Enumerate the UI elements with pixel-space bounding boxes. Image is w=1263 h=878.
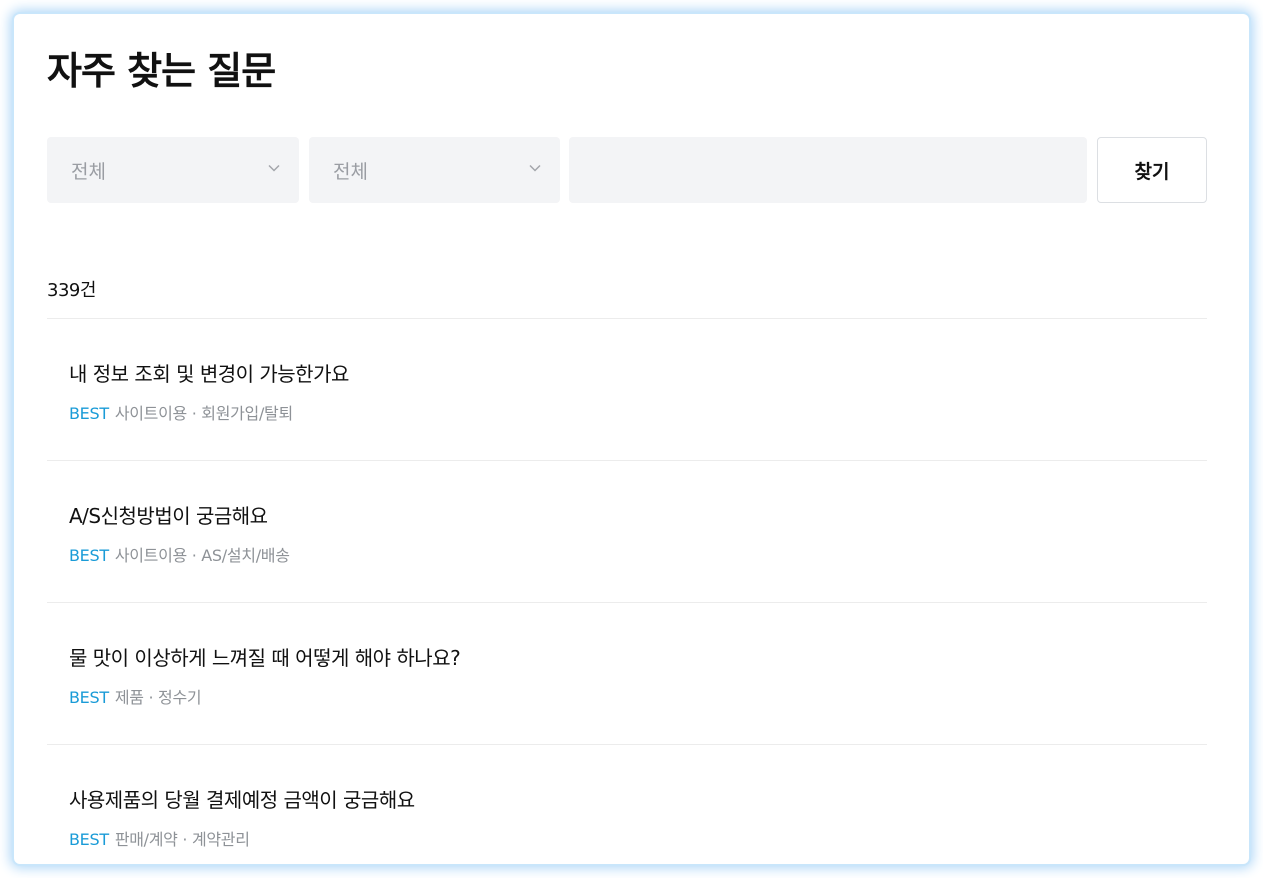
faq-question: 물 맛이 이상하게 느껴질 때 어떻게 해야 하나요? <box>69 646 461 670</box>
result-count: 339건 <box>47 280 96 301</box>
faq-meta: BEST 판매/계약 · 계약관리 <box>69 826 250 850</box>
faq-category: 사이트이용 · AS/설치/배송 <box>114 546 290 565</box>
best-badge: BEST <box>69 546 109 565</box>
faq-meta: BEST 사이트이용 · 회원가입/탈퇴 <box>69 400 293 424</box>
chevron-down-icon <box>268 164 280 172</box>
best-badge: BEST <box>69 830 109 849</box>
best-badge: BEST <box>69 688 109 707</box>
faq-question: 사용제품의 당월 결제예정 금액이 궁금해요 <box>69 788 415 812</box>
category-select-2-value: 전체 <box>333 161 368 183</box>
search-input[interactable] <box>569 137 1087 203</box>
chevron-down-icon <box>529 164 541 172</box>
faq-question: A/S신청방법이 궁금해요 <box>69 504 268 528</box>
page-title: 자주 찾는 질문 <box>47 49 276 93</box>
filter-row: 전체 전체 찾기 <box>47 137 1207 203</box>
search-button[interactable]: 찾기 <box>1097 137 1207 203</box>
faq-item[interactable]: 물 맛이 이상하게 느껴질 때 어떻게 해야 하나요? BEST 제품 · 정수기 <box>47 603 1207 745</box>
faq-meta: BEST 사이트이용 · AS/설치/배송 <box>69 542 290 566</box>
category-select-1-value: 전체 <box>71 161 106 183</box>
faq-category: 제품 · 정수기 <box>114 688 202 707</box>
faq-list: 내 정보 조회 및 변경이 가능한가요 BEST 사이트이용 · 회원가입/탈퇴 … <box>47 318 1207 864</box>
category-select-1[interactable]: 전체 <box>47 137 299 203</box>
faq-item[interactable]: 내 정보 조회 및 변경이 가능한가요 BEST 사이트이용 · 회원가입/탈퇴 <box>47 319 1207 461</box>
category-select-2[interactable]: 전체 <box>309 137 560 203</box>
faq-meta: BEST 제품 · 정수기 <box>69 684 202 708</box>
faq-panel: 자주 찾는 질문 전체 전체 찾기 339건 내 정보 조회 및 변경이 가능한… <box>14 14 1249 864</box>
faq-item[interactable]: 사용제품의 당월 결제예정 금액이 궁금해요 BEST 판매/계약 · 계약관리 <box>47 745 1207 864</box>
faq-item[interactable]: A/S신청방법이 궁금해요 BEST 사이트이용 · AS/설치/배송 <box>47 461 1207 603</box>
best-badge: BEST <box>69 404 109 423</box>
faq-question: 내 정보 조회 및 변경이 가능한가요 <box>69 362 349 386</box>
faq-category: 판매/계약 · 계약관리 <box>114 830 250 849</box>
faq-category: 사이트이용 · 회원가입/탈퇴 <box>114 404 293 423</box>
